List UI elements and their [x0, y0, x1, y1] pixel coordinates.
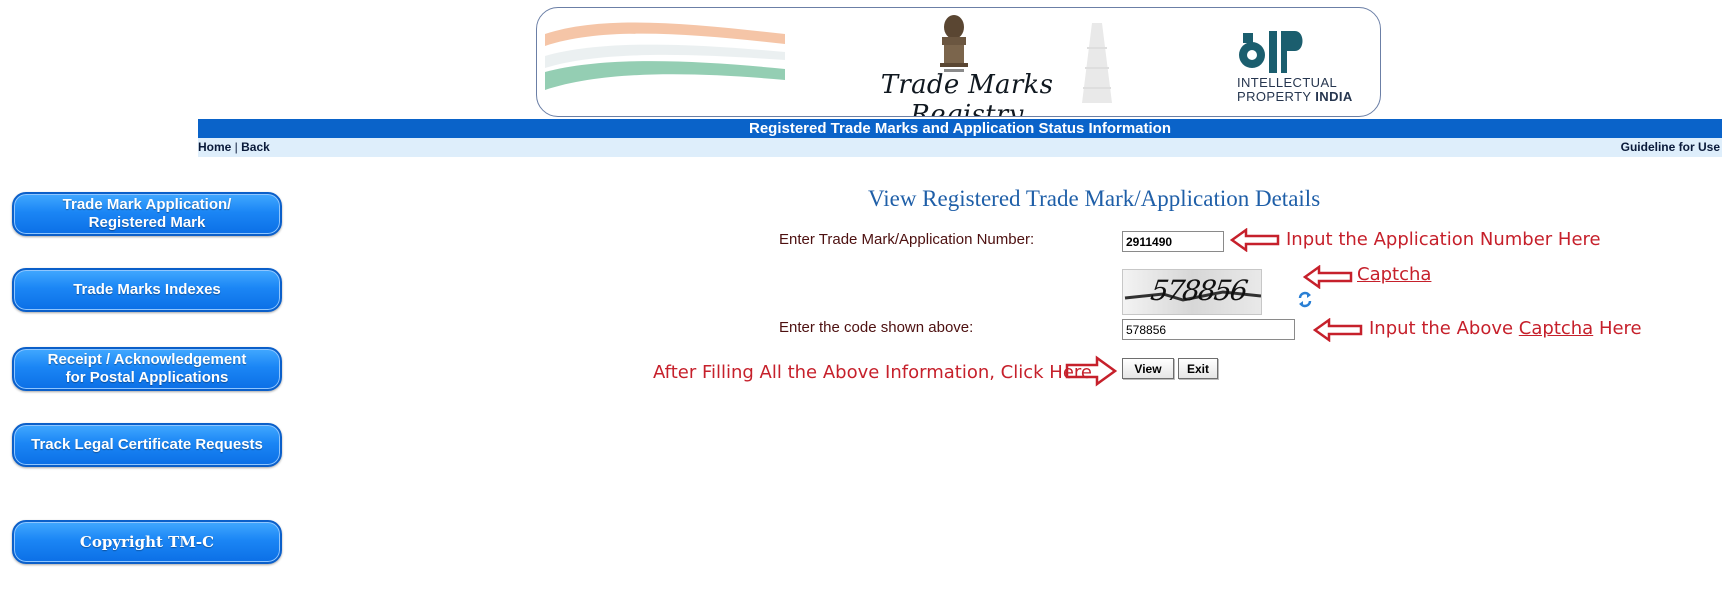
nav-home-link[interactable]: Home — [198, 140, 231, 154]
nav-back-link[interactable]: Back — [241, 140, 270, 154]
annotation-click: After Filling All the Above Information,… — [653, 362, 1092, 383]
exit-button[interactable]: Exit — [1178, 358, 1218, 379]
guideline-link[interactable]: Guideline for Use — [1621, 138, 1720, 157]
ip-india-text-line2: PROPERTY INDIA — [1237, 89, 1353, 104]
captcha-text: 578856 — [1148, 274, 1249, 307]
sidebar-item-track-legal-certificate[interactable]: Track Legal Certificate Requests — [12, 423, 282, 467]
app-number-input[interactable] — [1122, 231, 1224, 252]
code-label: Enter the code shown above: — [779, 319, 974, 336]
annotation-code: Input the Above Captcha Here — [1369, 318, 1642, 339]
annotation-captcha: Captcha — [1357, 264, 1432, 285]
arrow-right-icon — [1065, 355, 1117, 387]
app-number-label: Enter Trade Mark/Application Number: — [779, 231, 1035, 248]
annotation-app-number: Input the Application Number Here — [1286, 229, 1601, 250]
ip-india-text-line1: INTELLECTUAL — [1237, 75, 1338, 90]
captcha-image: 578856 — [1122, 269, 1262, 315]
captcha-refresh-icon[interactable] — [1297, 290, 1313, 308]
sidebar-item-trade-mark-application[interactable]: Trade Mark Application/Registered Mark — [12, 192, 282, 236]
view-button[interactable]: View — [1122, 358, 1174, 379]
header-banner: Trade Marks Registry INTELLECTUAL PROPER… — [536, 7, 1381, 117]
captcha-code-input[interactable] — [1122, 319, 1295, 340]
flag-stripes-graphic — [545, 22, 785, 90]
sidebar-item-trade-marks-indexes[interactable]: Trade Marks Indexes — [12, 268, 282, 312]
nav-separator: | — [231, 140, 242, 154]
page-title: View Registered Trade Mark/Application D… — [868, 186, 1321, 211]
national-emblem-icon — [940, 15, 968, 72]
arrow-left-icon — [1303, 265, 1353, 289]
nav-bar: Home | Back Guideline for Use — [198, 138, 1722, 157]
sidebar-item-copyright[interactable]: Copyright TM-C — [12, 520, 282, 564]
arrow-left-icon — [1230, 228, 1280, 252]
arrow-left-icon — [1313, 318, 1363, 342]
tower-watermark — [1082, 23, 1112, 103]
sidebar-item-receipt-acknowledgement[interactable]: Receipt / Acknowledgement for Postal Appl… — [12, 347, 282, 391]
page-banner-title: Registered Trade Marks and Application S… — [198, 119, 1722, 138]
